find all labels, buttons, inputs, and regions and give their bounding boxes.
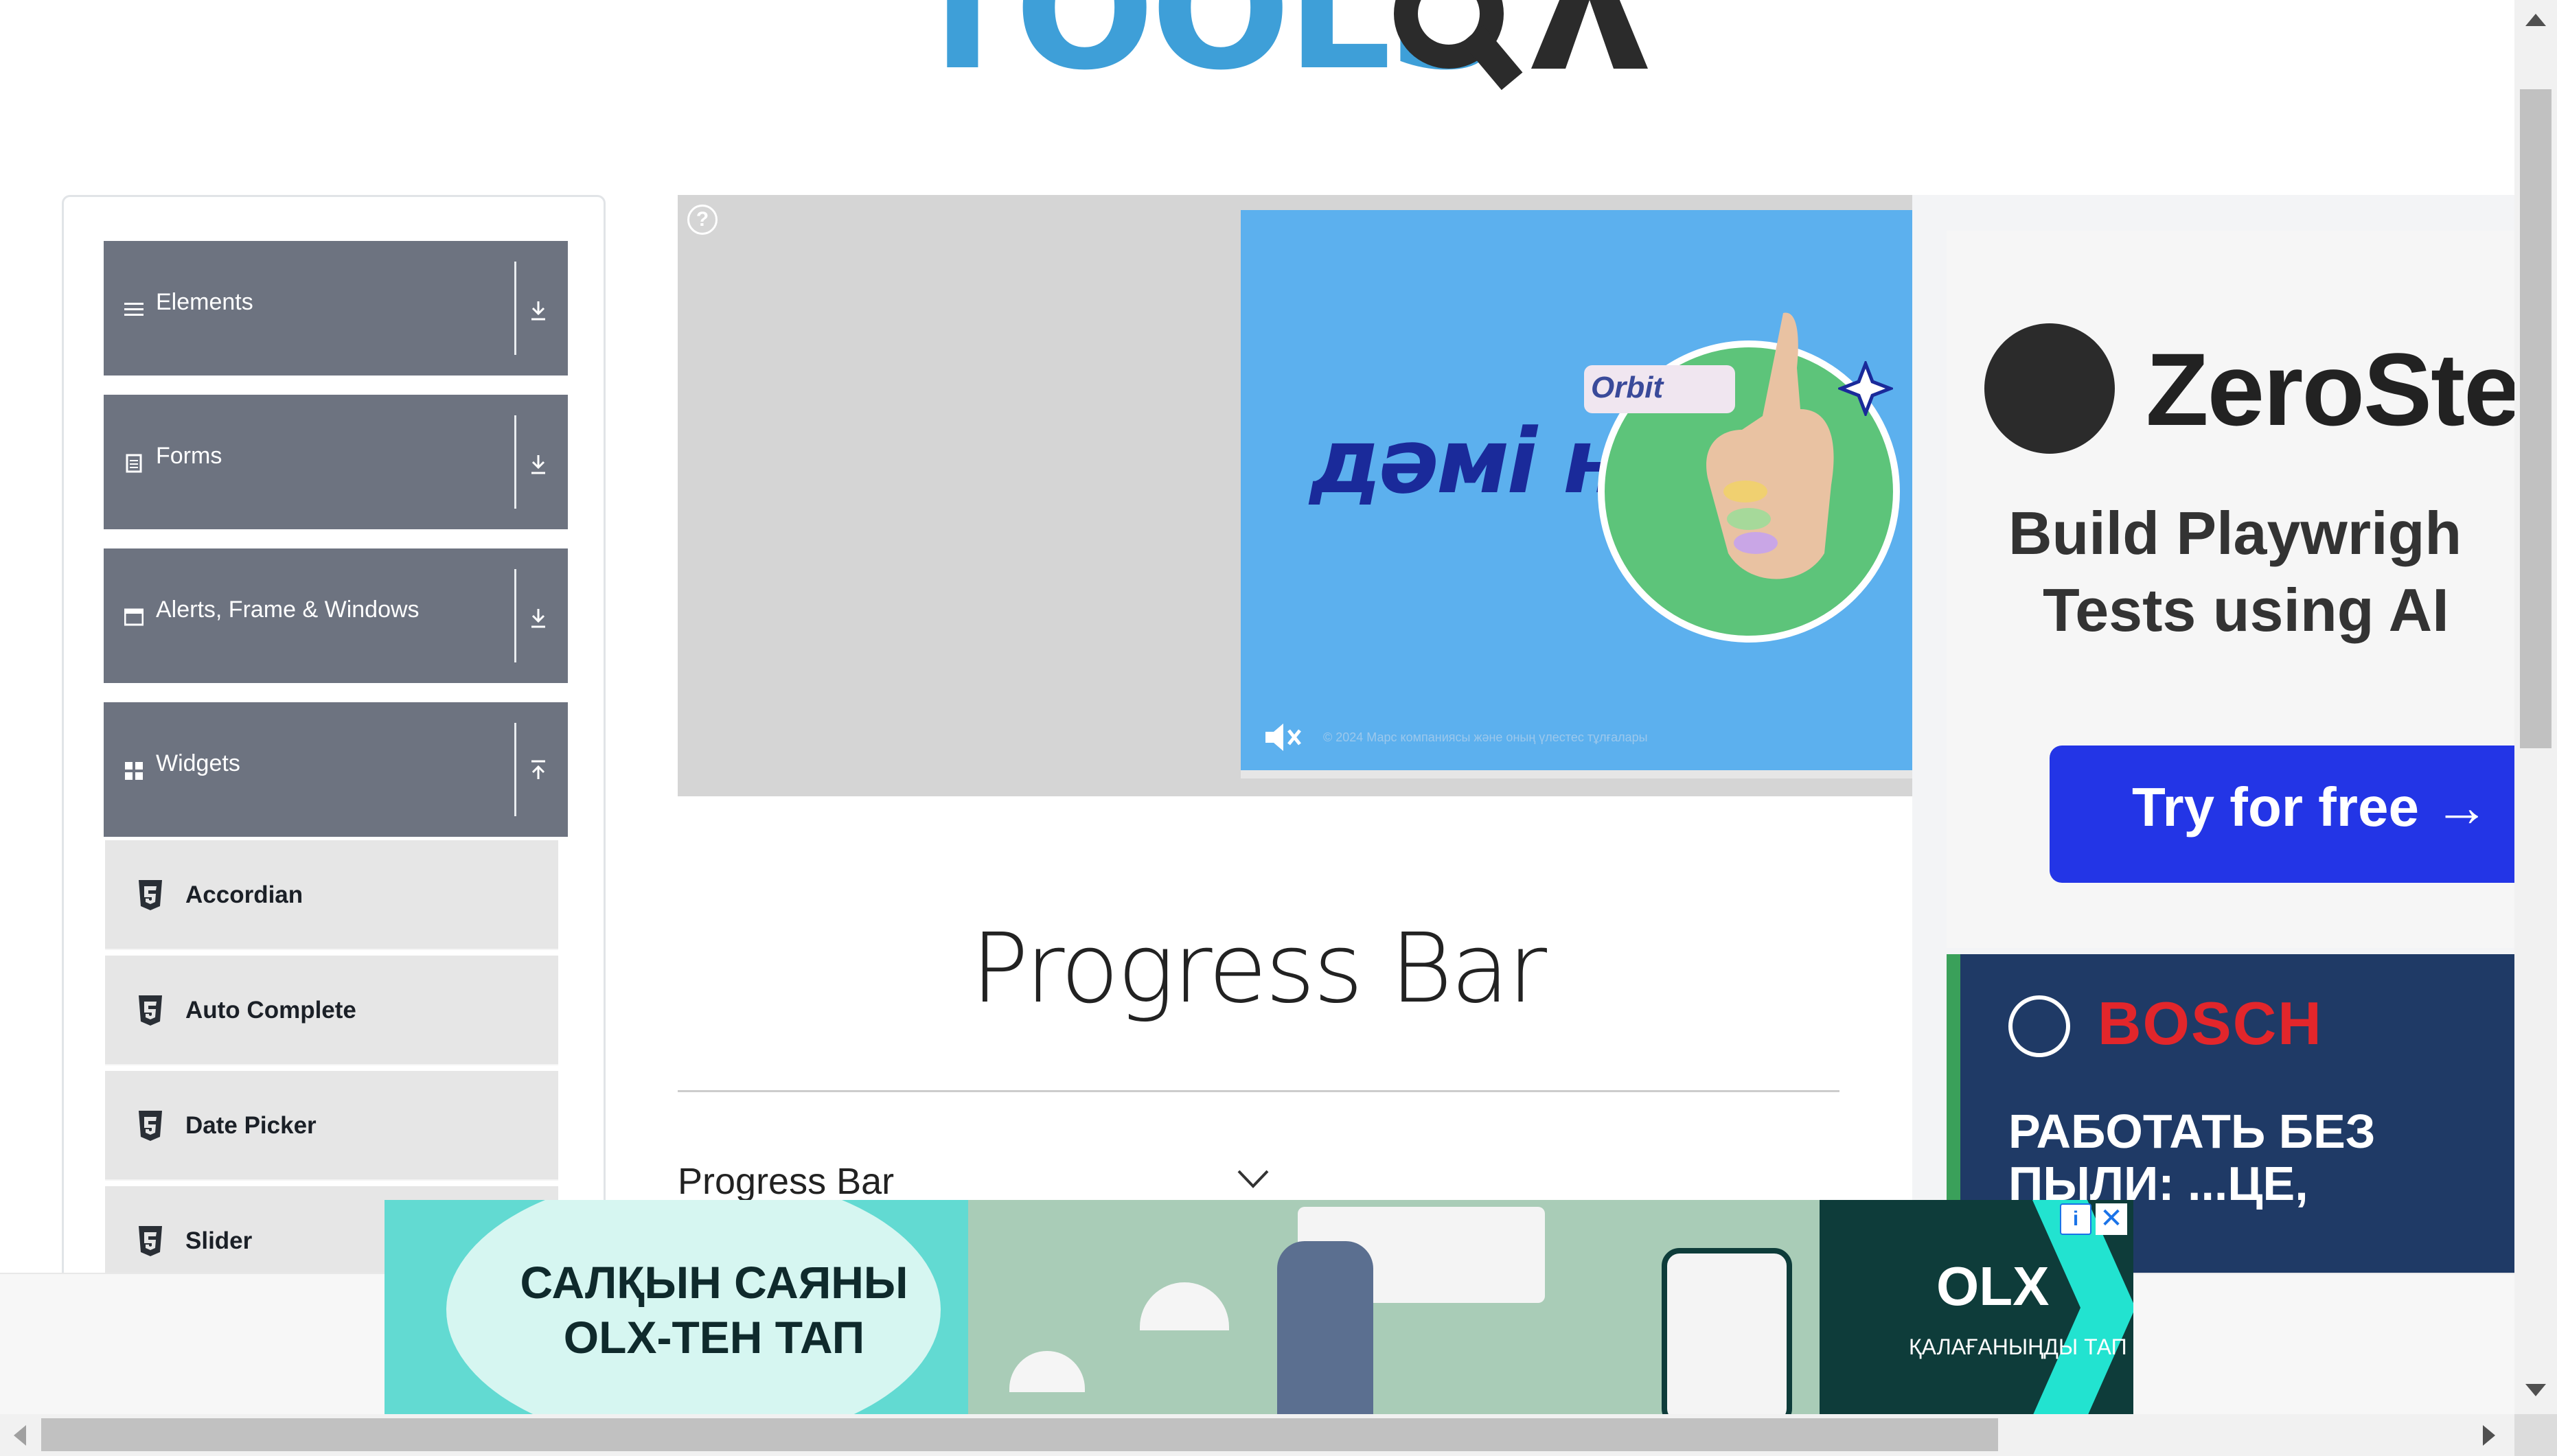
ad-close-icon[interactable]: ✕ <box>2096 1203 2127 1235</box>
ad-photo <box>968 1200 1820 1416</box>
divider <box>514 415 516 509</box>
zerostep-ad[interactable]: ZeroSte Build Playwrigh Tests using AI T… <box>1947 231 2516 948</box>
scrollbar-thumb[interactable] <box>2520 89 2552 748</box>
ad-info-icon[interactable]: i <box>2060 1203 2091 1235</box>
scroll-down-arrow-icon[interactable] <box>2523 1380 2549 1400</box>
try-for-free-button[interactable]: Try for free → <box>2050 746 2516 883</box>
document-icon <box>126 454 142 473</box>
sidebar-item-accordian[interactable]: Accordian <box>105 840 558 950</box>
divider <box>514 262 516 355</box>
accordion-title[interactable]: Progress Bar <box>678 1160 894 1203</box>
logo-gear-icon <box>1394 0 1648 91</box>
sparkle-icon <box>1838 361 1893 416</box>
help-icon[interactable]: ? <box>687 205 718 235</box>
sidebar-group-label: Forms <box>156 443 222 469</box>
html5-icon <box>139 1111 162 1141</box>
ad-text: САЛҚЫН САЯНЫ OLX-ТЕН ТАП <box>494 1255 934 1365</box>
ad-creative[interactable]: дәмі н Orbit © 2024 Марс компаниясы және… <box>1241 210 1914 778</box>
horizontal-scrollbar[interactable] <box>0 1414 2514 1456</box>
sidebar-group-label: Widgets <box>156 750 240 776</box>
hand-icon <box>1706 312 1834 579</box>
sidebar-group-elements[interactable]: Elements <box>104 241 568 375</box>
download-arrow-icon[interactable] <box>528 296 549 323</box>
bosch-logo-icon <box>2008 995 2070 1057</box>
top-banner-ad[interactable]: ? дәмі н Orbit © 2024 Марс компаниясы жә… <box>678 195 1914 796</box>
ad-subtitle: Build Playwrigh Tests using AI <box>2008 495 2516 649</box>
ad-text: ҚАЛАҒАНЫҢДЫ ТАП <box>1909 1334 2127 1359</box>
ad-product: Orbit <box>1584 365 1735 413</box>
mute-icon[interactable] <box>1261 718 1303 756</box>
grid-icon <box>125 762 143 780</box>
download-arrow-icon[interactable] <box>528 603 549 631</box>
sidebar-item-label: Auto Complete <box>185 997 356 1024</box>
sidebar-group-widgets[interactable]: Widgets <box>104 702 568 837</box>
scroll-right-arrow-icon[interactable] <box>2479 1424 2499 1447</box>
html5-icon <box>139 1226 162 1256</box>
toolsqa-logo[interactable]: TOOLS <box>893 0 1682 117</box>
vertical-scrollbar[interactable] <box>2514 0 2557 1414</box>
sidebar-group-forms[interactable]: Forms <box>104 395 568 529</box>
sidebar-item-label: Accordian <box>185 881 303 908</box>
sidebar-item-label: Date Picker <box>185 1112 317 1139</box>
ad-brand: BOSCH <box>2098 989 2323 1057</box>
page-title: Progress Bar <box>970 913 1547 1025</box>
sidebar-group-alerts-frame-windows[interactable]: Alerts, Frame & Windows <box>104 548 568 683</box>
ad-subtitle-line: Build Playwrigh <box>2008 499 2462 567</box>
ad-headline: дәмі н <box>1309 409 1625 513</box>
window-icon <box>124 608 144 626</box>
ad-copyright: © 2024 Марс компаниясы және оның үлестес… <box>1323 730 1648 744</box>
ad-panel-left: САЛҚЫН САЯНЫ OLX-ТЕН ТАП <box>385 1200 968 1416</box>
sidebar-item-label: Slider <box>185 1227 253 1254</box>
ad-brand: Orbit <box>1591 371 1664 404</box>
zerostep-logo-icon <box>1984 323 2115 454</box>
divider <box>678 1090 1839 1092</box>
divider <box>514 569 516 662</box>
sidebar-item-date-picker[interactable]: Date Picker <box>105 1071 558 1181</box>
ad-text: РАБОТАТЬ БЕЗ ПЫЛИ: ...ЦЕ, <box>2008 1105 2376 1210</box>
sidebar-item-auto-complete[interactable]: Auto Complete <box>105 956 558 1065</box>
bottom-banner-ad[interactable]: САЛҚЫН САЯНЫ OLX-ТЕН ТАП OLX ҚАЛАҒАНЫҢДЫ… <box>385 1200 2133 1416</box>
chevron-down-icon[interactable] <box>1236 1168 1270 1189</box>
ad-subtitle-line: Tests using AI <box>2043 576 2449 644</box>
page-root: TOOLS Elements Forms Alerts, Frame & Win… <box>0 0 2557 1456</box>
html5-icon <box>139 995 162 1026</box>
sidebar-group-label: Elements <box>156 289 253 315</box>
upload-arrow-icon[interactable] <box>528 757 549 785</box>
ad-title: ZeroSte <box>2146 332 2516 447</box>
right-ad-column: ZeroSte Build Playwrigh Tests using AI T… <box>1912 195 2516 1273</box>
divider <box>514 723 516 816</box>
html5-icon <box>139 880 162 910</box>
download-arrow-icon[interactable] <box>528 450 549 477</box>
scroll-left-arrow-icon[interactable] <box>10 1424 30 1447</box>
scrollbar-thumb[interactable] <box>41 1418 1998 1451</box>
scrollbar-corner <box>2514 1414 2557 1456</box>
scroll-up-arrow-icon[interactable] <box>2523 10 2549 30</box>
ad-text-line: САЛҚЫН САЯНЫ <box>520 1257 908 1308</box>
ad-text-line: OLX-ТЕН ТАП <box>563 1312 865 1363</box>
phone-icon <box>1662 1248 1792 1416</box>
sidebar-group-label: Alerts, Frame & Windows <box>156 597 420 623</box>
list-icon <box>124 303 144 316</box>
olx-logo: OLX <box>1936 1256 2050 1317</box>
person-icon <box>1277 1241 1373 1416</box>
